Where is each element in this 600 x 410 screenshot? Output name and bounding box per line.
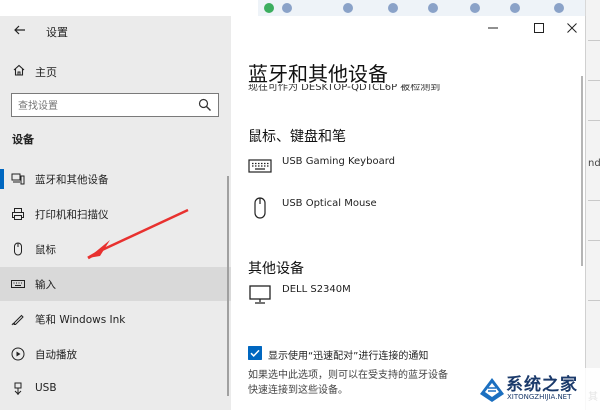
app-icon — [554, 3, 564, 13]
device-name: USB Gaming Keyboard — [282, 156, 395, 167]
pen-icon — [11, 314, 24, 326]
bluetooth-devices-icon — [11, 173, 25, 185]
mouse-icon — [14, 242, 22, 256]
page-title: 蓝牙和其他设备 — [248, 62, 388, 86]
keyboard-icon — [11, 280, 25, 288]
sidebar: 设置 主页 设备 蓝牙和其他设备 — [0, 16, 231, 410]
sidebar-item-bluetooth[interactable]: 蓝牙和其他设备 — [0, 162, 231, 196]
sidebar-item-autoplay[interactable]: 自动播放 — [0, 337, 231, 371]
background-window: ndo 其 — [585, 0, 600, 410]
sidebar-item-label: 输入 — [35, 279, 56, 291]
title-row: 设置 — [0, 16, 231, 46]
app-icon — [282, 3, 292, 13]
window-title: 设置 — [46, 26, 68, 39]
home-icon — [13, 64, 25, 76]
background-text: ndo — [588, 158, 600, 169]
watermark-url: XITONGZHIJIA.NET — [507, 393, 572, 401]
sidebar-scrollbar[interactable] — [227, 176, 229, 396]
mouse-icon — [254, 197, 266, 219]
device-name: DELL S2340M — [282, 284, 351, 295]
swift-pair-option[interactable]: 显示使用“迅速配对”进行连接的通知 — [248, 346, 568, 362]
sidebar-item-usb[interactable]: USB — [0, 372, 231, 406]
section-label: 设备 — [12, 133, 34, 146]
content-scrollbar[interactable] — [581, 76, 583, 266]
sidebar-item-pen[interactable]: 笔和 Windows Ink — [0, 302, 231, 336]
content-pane: 蓝牙和其他设备 现在可作为 DESKTOP-QDTCL6P 被检测到 鼠标、键盘… — [231, 16, 586, 410]
app-icon — [470, 3, 480, 13]
group-title: 鼠标、键盘和笔 — [248, 129, 346, 145]
sidebar-item-label: 蓝牙和其他设备 — [35, 174, 109, 186]
keyboard-icon — [248, 159, 272, 173]
app-icon — [264, 3, 274, 13]
search-input[interactable] — [16, 96, 190, 116]
app-icon — [388, 3, 398, 13]
maximize-icon[interactable] — [532, 21, 546, 35]
home-label: 主页 — [35, 66, 57, 79]
printer-icon — [12, 208, 24, 220]
background-window-toolbar — [258, 0, 600, 17]
autoplay-icon — [11, 347, 25, 361]
device-item[interactable]: USB Optical Mouse — [248, 196, 568, 226]
app-icon — [343, 3, 353, 13]
sidebar-item-typing[interactable]: 输入 — [0, 267, 231, 301]
usb-icon — [14, 382, 22, 395]
watermark-brand: 系统之家 — [506, 375, 578, 395]
close-icon[interactable] — [565, 21, 579, 35]
back-arrow-icon[interactable] — [12, 22, 28, 38]
sidebar-item-label: USB — [35, 382, 57, 394]
sidebar-item-label: 自动播放 — [35, 349, 77, 361]
device-name: USB Optical Mouse — [282, 198, 377, 209]
sidebar-item-label: 笔和 Windows Ink — [35, 314, 126, 326]
swift-pair-label: 显示使用“迅速配对”进行连接的通知 — [268, 351, 429, 362]
checkbox-checked-icon[interactable] — [248, 346, 262, 360]
home-nav-item[interactable]: 主页 — [0, 60, 231, 82]
settings-window: 设置 主页 设备 蓝牙和其他设备 — [0, 16, 586, 410]
device-item[interactable]: USB Gaming Keyboard — [248, 154, 568, 184]
sidebar-item-label: 鼠标 — [35, 244, 56, 256]
annotation-arrow — [87, 208, 189, 260]
app-icon — [428, 3, 438, 13]
minimize-icon[interactable] — [486, 21, 500, 35]
app-icon — [510, 3, 520, 13]
monitor-icon — [249, 285, 271, 304]
search-icon[interactable] — [198, 98, 212, 112]
search-box[interactable] — [11, 93, 219, 117]
device-item[interactable]: DELL S2340M — [248, 282, 568, 312]
discoverable-text: 现在可作为 DESKTOP-QDTCL6P 被检测到 — [248, 84, 441, 93]
group-title: 其他设备 — [248, 261, 304, 277]
